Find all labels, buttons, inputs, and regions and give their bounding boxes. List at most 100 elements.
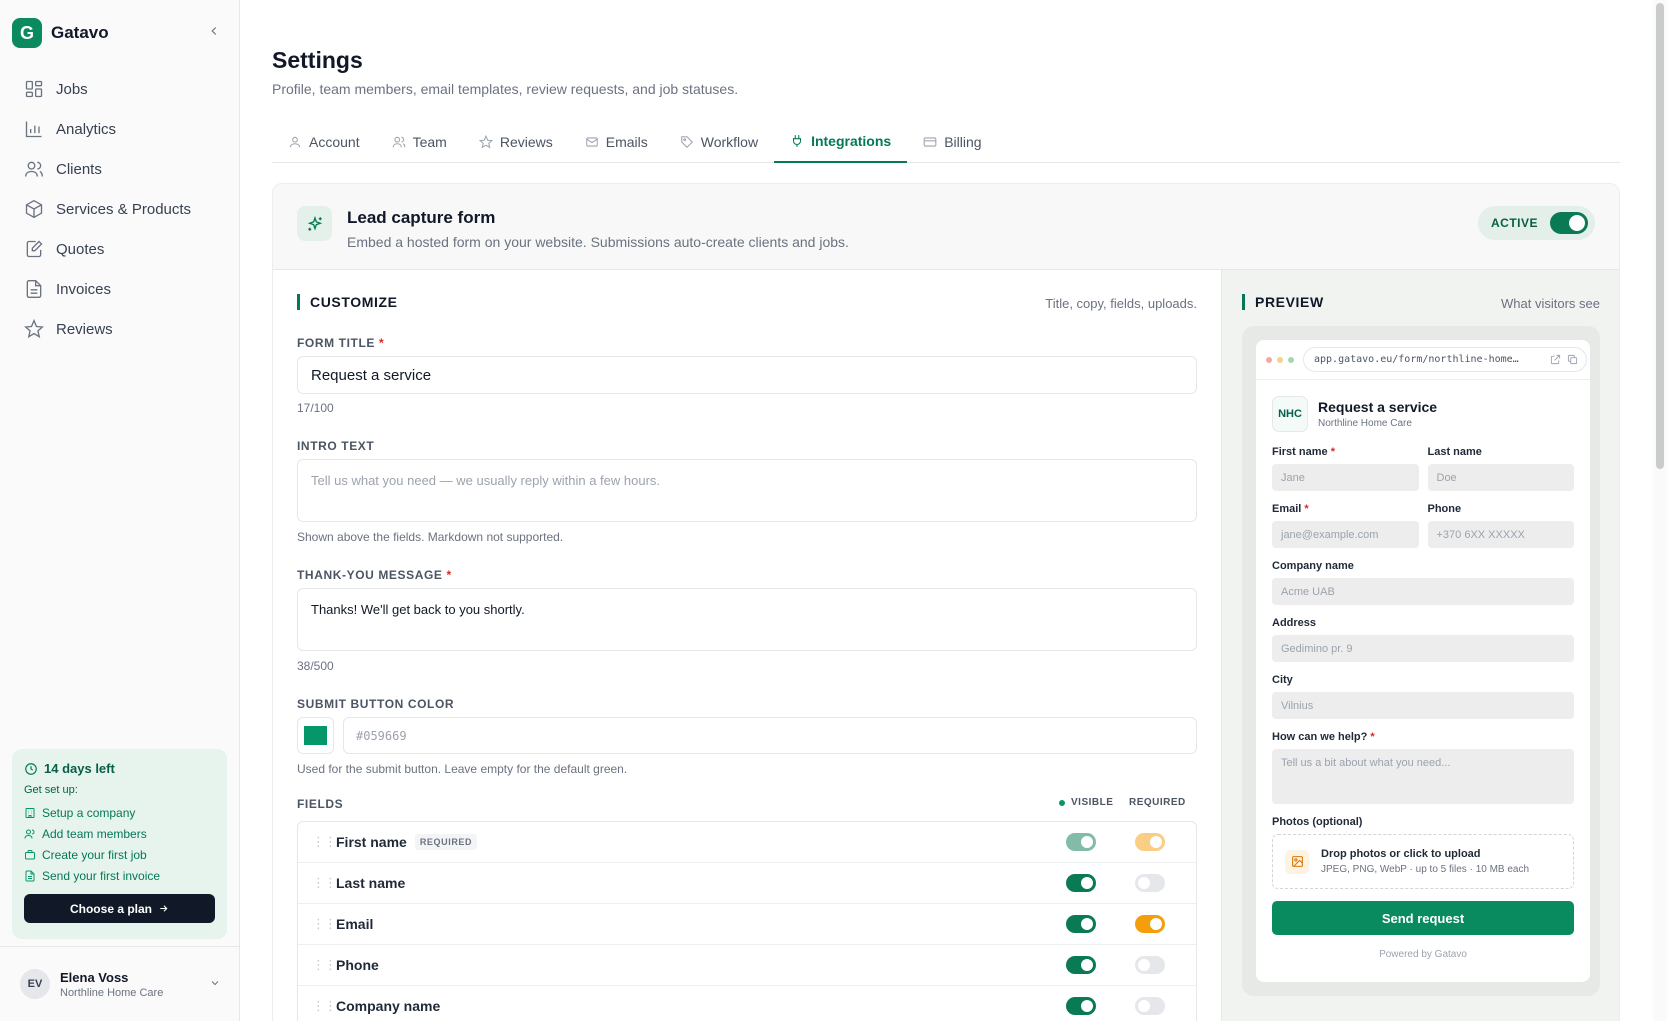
fields-label: FIELDS (297, 797, 344, 811)
sidebar-item-analytics[interactable]: Analytics (12, 109, 228, 149)
trial-step-send-invoice[interactable]: Send your first invoice (24, 865, 215, 886)
visible-toggle[interactable] (1066, 997, 1096, 1015)
arrow-right-icon (158, 903, 169, 914)
chevron-left-icon[interactable] (207, 24, 221, 38)
color-input[interactable]: #059669 (343, 717, 1197, 754)
trial-step-create-job[interactable]: Create your first job (24, 844, 215, 865)
field-name: First name (336, 834, 407, 850)
preview-city-input[interactable]: Vilnius (1272, 692, 1574, 719)
sparkle-icon (297, 206, 332, 241)
preview-address-input[interactable]: Gedimino pr. 9 (1272, 635, 1574, 662)
sidebar-item-label: Invoices (56, 280, 112, 298)
required-toggle[interactable] (1135, 874, 1165, 892)
copy-icon[interactable] (1567, 354, 1578, 365)
preview-window: app.gatavo.eu/form/northline-home… NHC R… (1256, 340, 1590, 982)
preview-org: Northline Home Care (1318, 418, 1412, 429)
box-icon (24, 199, 44, 219)
sidebar-item-services-products[interactable]: Services & Products (12, 189, 228, 229)
required-toggle[interactable] (1135, 997, 1165, 1015)
preview-form-title: Request a service (1318, 399, 1438, 415)
customize-heading: CUSTOMIZE (297, 294, 398, 310)
preview-hint: What visitors see (1501, 296, 1600, 311)
brand[interactable]: G Gatavo (12, 18, 109, 48)
sidebar-item-reviews[interactable]: Reviews (12, 309, 228, 349)
drag-handle-icon[interactable]: ⋮⋮ (298, 998, 337, 1014)
color-swatch-button[interactable] (297, 717, 334, 754)
preview-send-request-button[interactable]: Send request (1272, 901, 1574, 935)
tab-account[interactable]: Account (272, 120, 376, 163)
thanks-label: THANK-YOU MESSAGE * (297, 568, 452, 582)
preview-url-bar: app.gatavo.eu/form/northline-home… (1303, 347, 1587, 372)
star-icon (478, 134, 493, 149)
drag-handle-icon[interactable]: ⋮⋮ (298, 834, 337, 850)
building-icon (24, 807, 36, 819)
preview-company-input[interactable]: Acme UAB (1272, 578, 1574, 605)
external-link-icon[interactable] (1550, 354, 1561, 365)
clock-icon (24, 762, 38, 776)
fields-table: ⋮⋮ First name REQUIRED ⋮⋮ Last name ⋮⋮ E… (297, 821, 1197, 1021)
tab-reviews[interactable]: Reviews (463, 120, 569, 163)
trial-days-left: 14 days left (44, 761, 115, 776)
required-toggle[interactable] (1135, 915, 1165, 933)
field-row-first-name: ⋮⋮ First name REQUIRED (298, 822, 1196, 863)
preview-help-input[interactable]: Tell us a bit about what you need... (1272, 749, 1574, 804)
preview-email-input[interactable]: jane@example.com (1272, 521, 1419, 548)
sidebar-item-invoices[interactable]: Invoices (12, 269, 228, 309)
preview-panel: PREVIEW What visitors see app.gatavo.eu/… (1221, 270, 1619, 1021)
user-menu[interactable]: EV Elena Voss Northline Home Care (0, 946, 239, 1021)
preview-photo-dropzone[interactable]: Drop photos or click to upload JPEG, PNG… (1272, 834, 1574, 889)
trial-step-setup-company[interactable]: Setup a company (24, 802, 215, 823)
active-label: ACTIVE (1491, 216, 1539, 230)
powered-by: Powered by Gatavo (1379, 949, 1467, 960)
tab-emails[interactable]: Emails (569, 120, 664, 163)
star-icon (24, 319, 44, 339)
page-title: Settings (272, 47, 363, 73)
sidebar-item-jobs[interactable]: Jobs (12, 69, 228, 109)
visible-toggle[interactable] (1066, 956, 1096, 974)
tab-workflow[interactable]: Workflow (664, 120, 774, 163)
preview-first-name-label: First name * (1272, 446, 1335, 458)
user-name: Elena Voss (60, 969, 129, 985)
main-content: Settings Profile, team members, email te… (272, 0, 1620, 1021)
form-title-input[interactable]: Request a service (297, 356, 1197, 394)
settings-tabs: Account Team Reviews Emails Workflow Int… (272, 120, 1620, 163)
drag-handle-icon[interactable]: ⋮⋮ (298, 875, 337, 891)
preview-url: app.gatavo.eu/form/northline-home… (1314, 354, 1519, 365)
thanks-input[interactable]: Thanks! We'll get back to you shortly. (297, 588, 1197, 651)
tab-integrations[interactable]: Integrations (774, 120, 908, 163)
users-icon (24, 159, 44, 179)
visible-toggle[interactable] (1066, 874, 1096, 892)
dropzone-title: Drop photos or click to upload (1321, 848, 1481, 860)
preview-name-row: First name * Jane Last name Doe (1272, 446, 1574, 491)
trial-step-add-team[interactable]: Add team members (24, 823, 215, 844)
grid-icon (24, 79, 44, 99)
thanks-count: 38/500 (297, 659, 334, 673)
preview-phone-label: Phone (1427, 503, 1462, 515)
image-icon (1285, 849, 1309, 874)
lead-form-title: Lead capture form (347, 208, 496, 227)
field-name: Company name (336, 998, 441, 1014)
preview-phone-input[interactable]: +370 6XX XXXXX (1427, 521, 1574, 548)
preview-first-name-input[interactable]: Jane (1272, 464, 1419, 491)
visible-toggle[interactable] (1066, 915, 1096, 933)
preview-company-label: Company name (1272, 560, 1354, 572)
active-toggle[interactable] (1550, 212, 1589, 234)
field-name: Last name (336, 875, 406, 891)
required-toggle[interactable] (1135, 956, 1165, 974)
drag-handle-icon[interactable]: ⋮⋮ (298, 916, 337, 932)
sidebar-item-clients[interactable]: Clients (12, 149, 228, 189)
drag-handle-icon[interactable]: ⋮⋮ (298, 957, 337, 973)
briefcase-icon (24, 849, 36, 861)
preview-last-name-input[interactable]: Doe (1427, 464, 1574, 491)
field-row-phone: ⋮⋮ Phone (298, 945, 1196, 986)
choose-plan-button[interactable]: Choose a plan (24, 894, 215, 923)
tab-team[interactable]: Team (376, 120, 463, 163)
scrollbar-thumb[interactable] (1656, 3, 1664, 469)
trial-header: 14 days left (24, 761, 215, 776)
intro-text-input[interactable]: Tell us what you need — we usually reply… (297, 459, 1197, 522)
sidebar-item-quotes[interactable]: Quotes (12, 229, 228, 269)
page-scrollbar[interactable] (1653, 0, 1667, 1021)
trial-step-label: Create your first job (42, 847, 147, 862)
form-title-count: 17/100 (297, 401, 334, 415)
tab-billing[interactable]: Billing (907, 120, 997, 163)
